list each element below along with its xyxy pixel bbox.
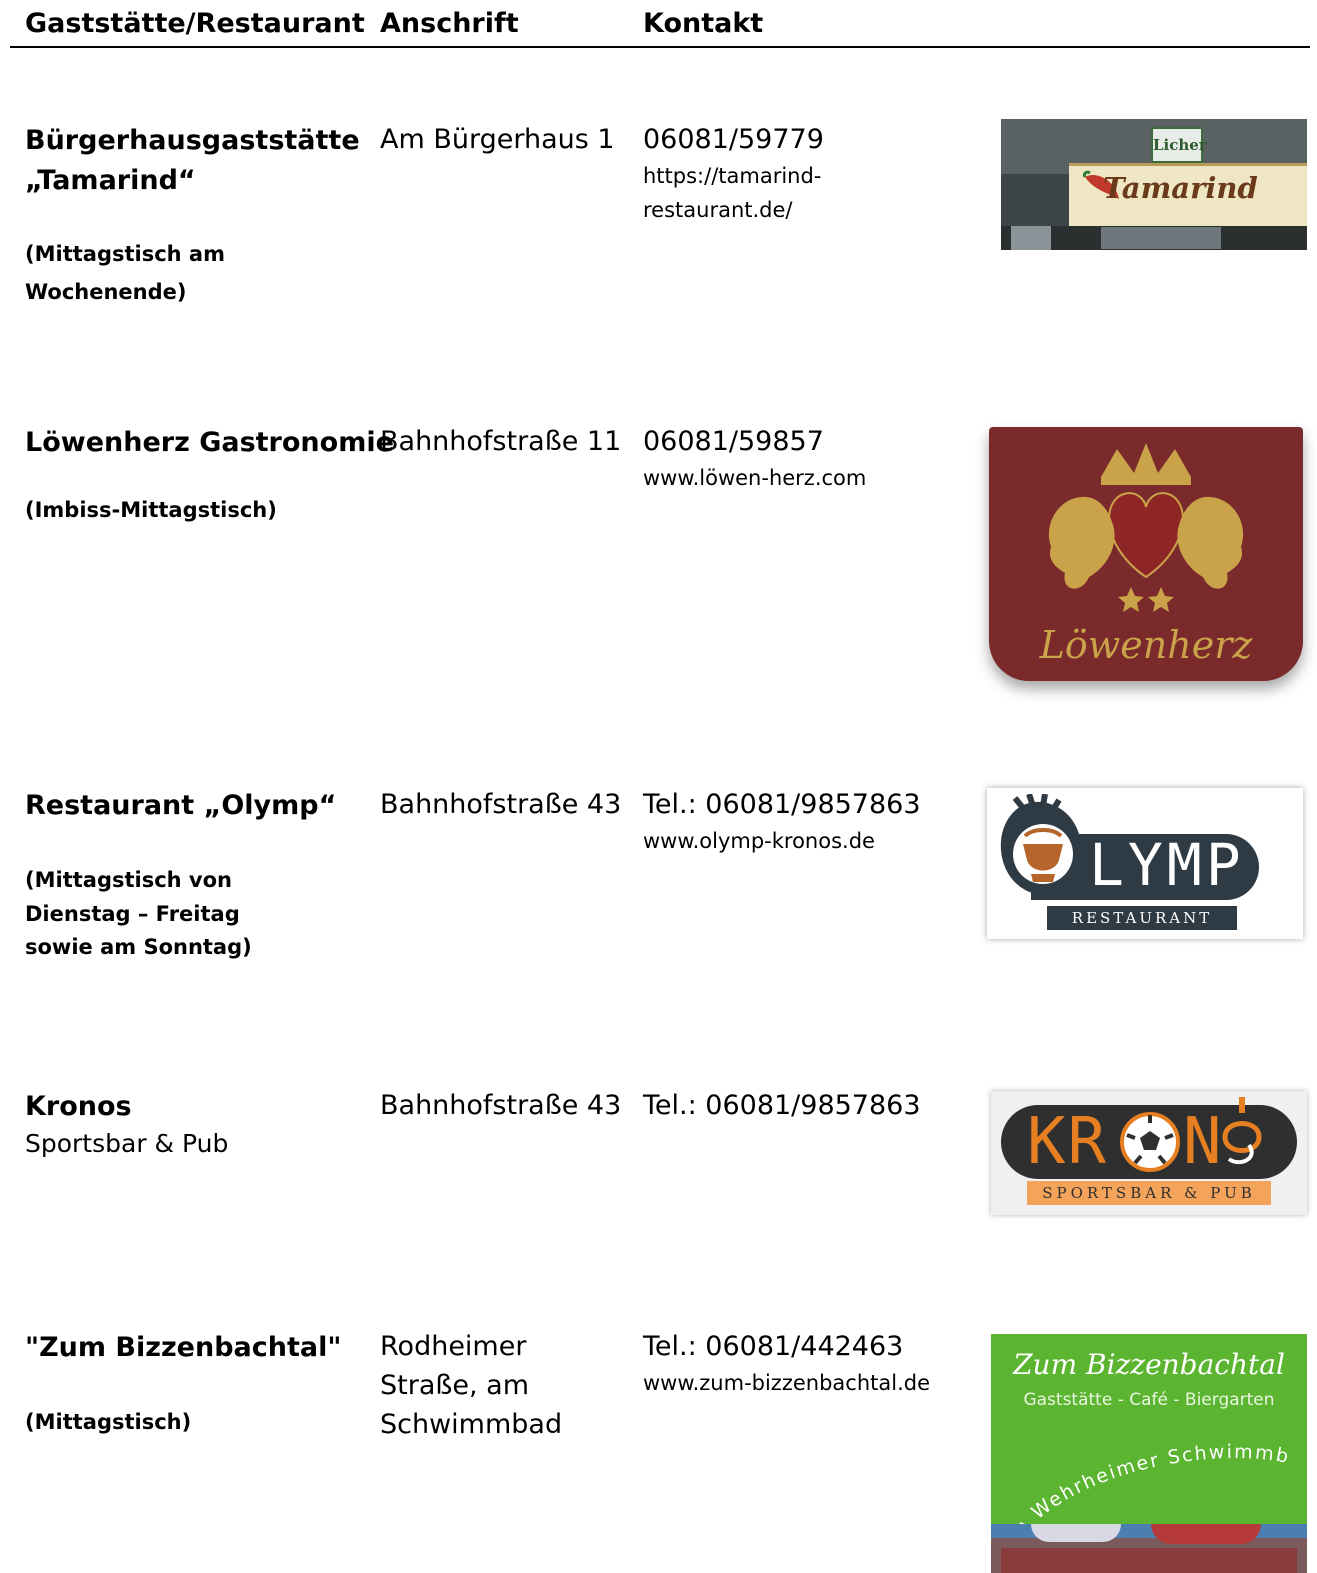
restaurant-phone: Tel.: 06081/9857863 xyxy=(643,1090,921,1121)
urn-icon xyxy=(1000,794,1082,895)
tamarind-logo: Licher Tamarind xyxy=(1001,119,1307,250)
restaurant-address: Bahnhofstraße 11 xyxy=(380,426,622,457)
restaurant-address: Rodheimer xyxy=(380,1331,527,1362)
restaurant-note-line2: Dienstag – Freitag xyxy=(25,902,240,926)
restaurant-website[interactable]: www.löwen-herz.com xyxy=(643,461,866,495)
bizzenbachtal-logo-title: Zum Bizzenbachtal xyxy=(1013,1348,1285,1381)
bizzenbachtal-logo: Zum Bizzenbachtal Gaststätte - Café - Bi… xyxy=(991,1334,1307,1573)
beer-garden-photo xyxy=(991,1524,1307,1573)
restaurant-note: (Mittagstisch von xyxy=(25,868,232,892)
olymp-logo-text: LYMP xyxy=(1089,831,1245,899)
restaurant-address: Am Bürgerhaus 1 xyxy=(380,124,615,155)
restaurant-name: "Zum Bizzenbachtal" xyxy=(25,1332,342,1363)
licher-sign: Licher xyxy=(1151,127,1207,163)
bizzenbachtal-logo-tagline: Gaststätte - Café - Biergarten xyxy=(1023,1390,1275,1410)
restaurant-name: Kronos xyxy=(25,1091,132,1122)
restaurant-website[interactable]: https://tamarind- xyxy=(643,159,821,193)
loewenherz-logo-text: Löwenherz xyxy=(1039,623,1253,667)
restaurant-note-line3: sowie am Sonntag) xyxy=(25,935,252,959)
restaurant-address-line2: Straße, am xyxy=(380,1370,530,1401)
restaurant-phone: 06081/59779 xyxy=(643,124,824,155)
kronos-logo-text-n: N xyxy=(1183,1105,1222,1179)
header-address: Anschrift xyxy=(380,8,519,39)
tamarind-sign: Tamarind xyxy=(1103,171,1258,205)
restaurant-name: Restaurant „Olymp“ xyxy=(25,790,337,821)
restaurant-address-line3: Schwimmbad xyxy=(380,1409,563,1440)
kronos-logo: KR N SPORTSBAR & PUB xyxy=(991,1091,1307,1215)
kronos-logo-subtitle: SPORTSBAR & PUB xyxy=(1027,1181,1271,1205)
olymp-logo-subtitle: RESTAURANT xyxy=(1047,906,1237,930)
header-contact: Kontakt xyxy=(643,8,764,39)
beer-tap-icon xyxy=(1222,1097,1262,1165)
restaurant-phone: 06081/59857 xyxy=(643,426,824,457)
football-icon xyxy=(1120,1112,1180,1172)
restaurant-name: Löwenherz Gastronomie xyxy=(25,427,394,458)
kronos-logo-text: KR xyxy=(1027,1105,1109,1179)
restaurant-note: (Mittagstisch am xyxy=(25,242,225,266)
restaurant-subtitle: Sportsbar & Pub xyxy=(25,1129,229,1158)
olymp-logo: LYMP RESTAURANT xyxy=(987,788,1303,939)
restaurant-address: Bahnhofstraße 43 xyxy=(380,1090,622,1121)
restaurant-name: Bürgerhausgaststätte xyxy=(25,125,360,156)
restaurant-website[interactable]: www.zum-bizzenbachtal.de xyxy=(643,1366,930,1400)
lion-crest-icon xyxy=(1048,443,1244,612)
restaurant-note: (Imbiss-Mittagstisch) xyxy=(25,498,277,522)
restaurant-website-line2[interactable]: restaurant.de/ xyxy=(643,193,793,227)
restaurant-website[interactable]: www.olymp-kronos.de xyxy=(643,824,875,858)
restaurant-phone: Tel.: 06081/9857863 xyxy=(643,789,921,820)
restaurant-phone: Tel.: 06081/442463 xyxy=(643,1331,904,1362)
loewenherz-logo: Löwenherz xyxy=(989,427,1303,681)
restaurant-note-line2: Wochenende) xyxy=(25,280,187,304)
header-divider xyxy=(10,46,1310,48)
restaurant-address: Bahnhofstraße 43 xyxy=(380,789,622,820)
restaurant-note: (Mittagstisch) xyxy=(25,1410,192,1434)
restaurant-name-line2: „Tamarind“ xyxy=(25,165,196,196)
header-restaurant: Gaststätte/Restaurant xyxy=(25,8,365,39)
